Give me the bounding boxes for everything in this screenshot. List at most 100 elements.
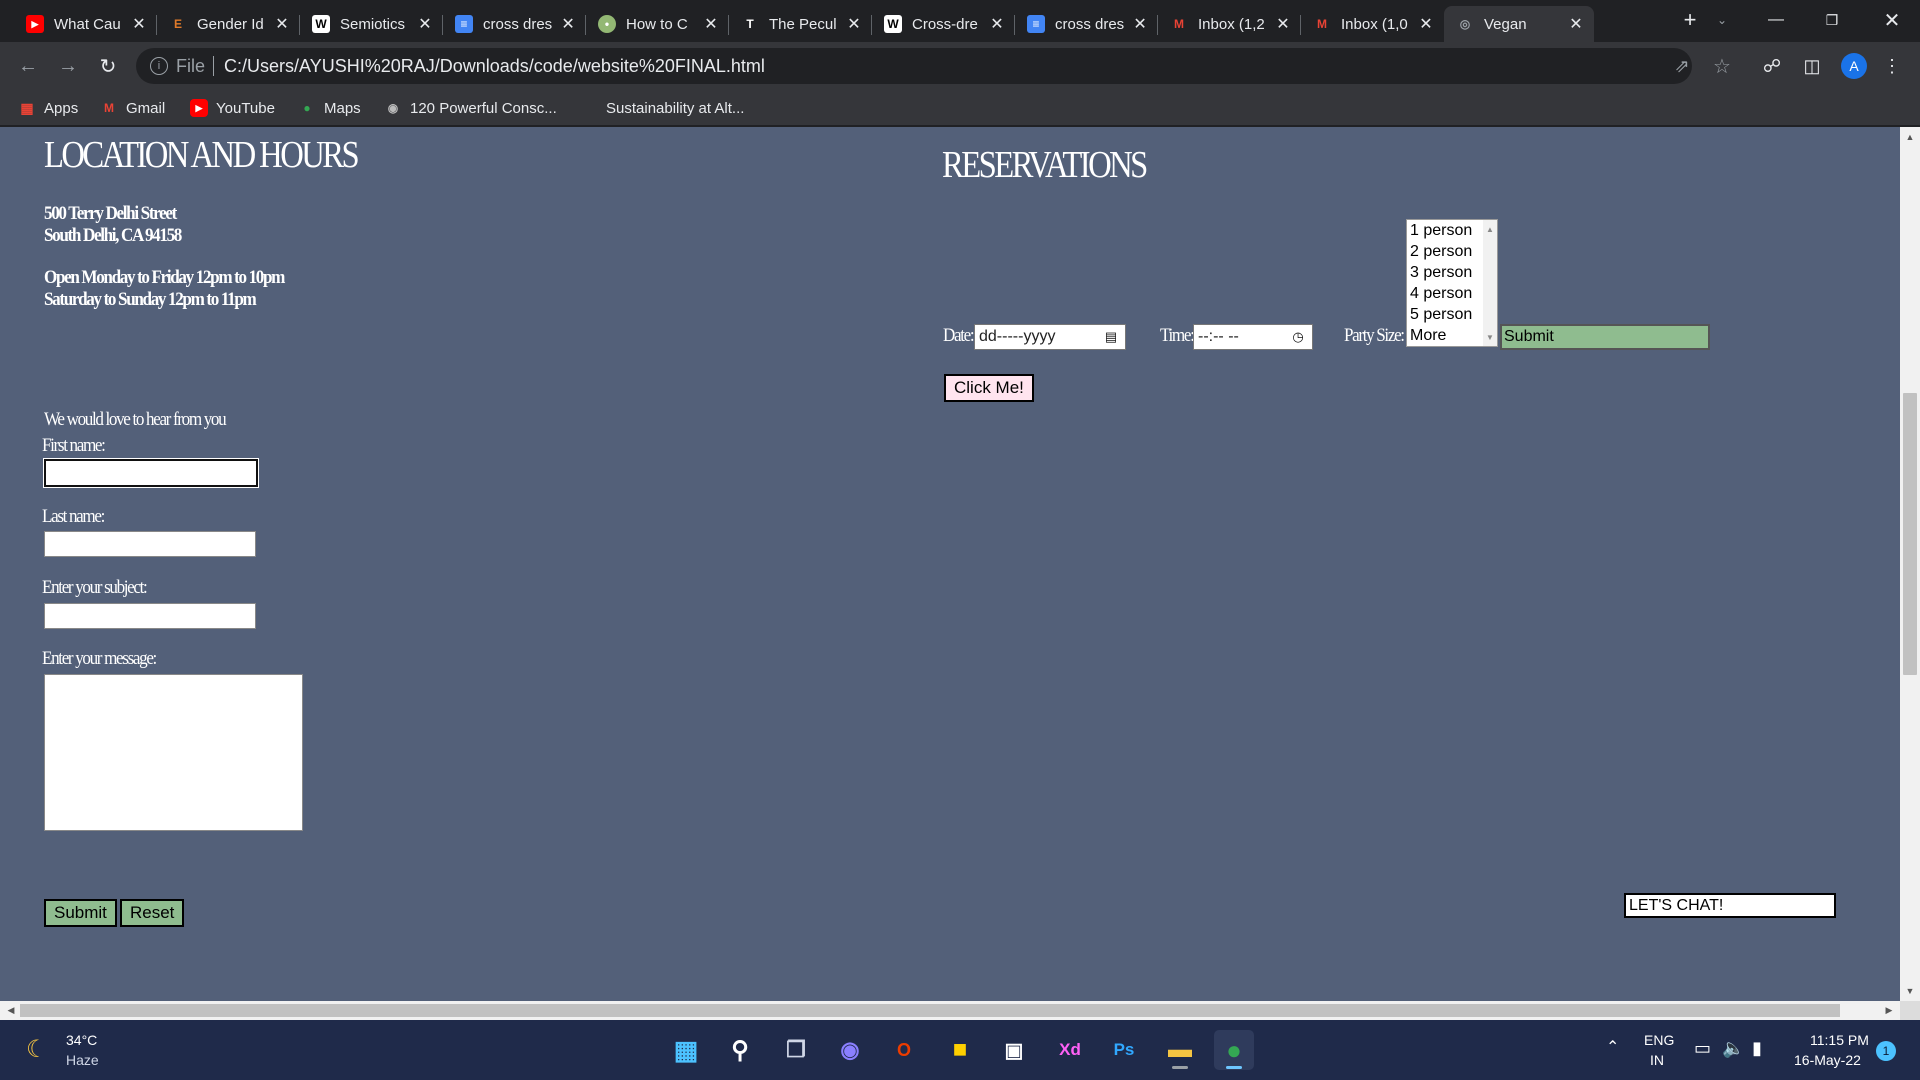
info-icon[interactable]: i	[150, 57, 168, 75]
gmail-icon: M	[1174, 17, 1184, 31]
language-line-2[interactable]: IN	[1650, 1052, 1664, 1068]
scroll-right-arrow-icon[interactable]: ▶	[1880, 1001, 1898, 1020]
show-hidden-icons-chevron-icon[interactable]: ⌃	[1606, 1037, 1619, 1057]
office-icon[interactable]: O	[884, 1030, 924, 1070]
side-panel-icon[interactable]: ◫	[1796, 50, 1828, 82]
click-me-button[interactable]: Click Me!	[944, 374, 1034, 402]
close-tab-icon[interactable]: ✕	[129, 14, 149, 34]
close-tab-icon[interactable]: ✕	[701, 14, 721, 34]
browser-tab[interactable]: M Inbox (1,2 ✕	[1158, 6, 1301, 42]
menu-kebab-icon[interactable]: ⋮	[1876, 50, 1908, 82]
horizontal-scrollbar[interactable]: ◀ ▶	[0, 1001, 1900, 1020]
capture-app-icon[interactable]: ▣	[994, 1030, 1034, 1070]
adobe-xd-icon[interactable]: Xd	[1050, 1030, 1090, 1070]
volume-icon[interactable]: 🔈	[1722, 1038, 1744, 1059]
network-icon[interactable]: ▭	[1694, 1038, 1711, 1059]
close-tab-icon[interactable]: ✕	[415, 14, 435, 34]
minimize-button[interactable]: —	[1750, 0, 1802, 40]
address-bar[interactable]: i File C:/Users/AYUSHI%20RAJ/Downloads/c…	[136, 48, 1692, 84]
scroll-up-arrow-icon[interactable]: ▲	[1900, 129, 1920, 145]
browser-tab[interactable]: M Inbox (1,0 ✕	[1301, 6, 1444, 42]
windows-start-icon[interactable]: ▦	[666, 1030, 706, 1070]
browser-tab[interactable]: ▶ What Cau ✕	[14, 6, 157, 42]
calendar-icon[interactable]: ▤	[1103, 329, 1119, 345]
clock-date[interactable]: 16-May-22	[1794, 1052, 1861, 1068]
bookmark-label: Apps	[44, 99, 79, 117]
notification-badge[interactable]: 1	[1876, 1041, 1896, 1061]
share-icon[interactable]: ⇗	[1666, 50, 1698, 82]
profile-avatar[interactable]: A	[1841, 53, 1867, 79]
task-view-icon[interactable]: ❐	[776, 1030, 816, 1070]
bookmark-label: Sustainability at Alt...	[606, 99, 745, 117]
subject-input[interactable]	[44, 603, 256, 629]
close-tab-icon[interactable]: ✕	[272, 14, 292, 34]
chrome-icon[interactable]: ●	[1214, 1030, 1254, 1070]
bookmark-sustainability[interactable]: Sustainability at Alt...	[580, 90, 744, 126]
scroll-up-arrow-icon[interactable]: ▲	[1483, 222, 1497, 236]
bookmark-youtube[interactable]: ▶ YouTube	[190, 90, 275, 126]
url-text[interactable]: C:/Users/AYUSHI%20RAJ/Downloads/code/web…	[224, 56, 765, 77]
date-input[interactable]: dd-----yyyy ▤	[974, 324, 1126, 350]
teams-chat-icon[interactable]: ◉	[830, 1030, 870, 1070]
maps-icon: ●	[303, 101, 311, 115]
tab-search-icon[interactable]: ⌄	[1696, 0, 1748, 40]
close-tab-icon[interactable]: ✕	[987, 14, 1007, 34]
vertical-scrollbar[interactable]: ▲ ▼	[1900, 127, 1920, 1001]
sticky-notes-icon[interactable]: ■	[940, 1030, 980, 1070]
message-textarea[interactable]	[44, 674, 303, 831]
scroll-down-arrow-icon[interactable]: ▼	[1900, 983, 1920, 999]
browser-tab[interactable]: ≡ cross dres ✕	[1015, 6, 1158, 42]
battery-icon[interactable]: ▮	[1752, 1038, 1762, 1059]
contact-submit-button[interactable]: Submit	[44, 899, 117, 927]
back-arrow-icon[interactable]: ←	[12, 50, 44, 82]
listbox-scrollbar[interactable]: ▲ ▼	[1483, 220, 1497, 346]
search-icon[interactable]: ⚲	[720, 1030, 760, 1070]
browser-tab[interactable]: W Semiotics ✕	[300, 6, 443, 42]
file-explorer-icon[interactable]: ▬	[1160, 1030, 1200, 1070]
restore-button[interactable]: ❐	[1806, 0, 1858, 40]
scroll-down-arrow-icon[interactable]: ▼	[1483, 330, 1497, 344]
extensions-puzzle-icon[interactable]: ☍	[1756, 50, 1788, 82]
tab-title: Inbox (1,2	[1198, 15, 1265, 33]
close-tab-icon[interactable]: ✕	[558, 14, 578, 34]
last-name-input[interactable]	[44, 531, 256, 557]
bookmark-120-powerful[interactable]: ◉ 120 Powerful Consc...	[384, 90, 557, 126]
scroll-left-arrow-icon[interactable]: ◀	[2, 1001, 20, 1020]
party-size-label: Party Size:	[1344, 325, 1405, 346]
browser-tab-bar: ▶ What Cau ✕ E Gender Id ✕ W Semiotics ✕ ≡ cross d…	[0, 0, 1920, 42]
language-line-1[interactable]: ENG	[1644, 1032, 1674, 1048]
reservation-submit-button[interactable]: Submit	[1500, 324, 1710, 350]
close-tab-icon[interactable]: ✕	[1416, 14, 1436, 34]
browser-tab[interactable]: W Cross-dre ✕	[872, 6, 1015, 42]
browser-tab[interactable]: • How to C ✕	[586, 6, 729, 42]
vertical-scroll-thumb[interactable]	[1903, 393, 1917, 675]
browser-tab[interactable]: ≡ cross dres ✕	[443, 6, 586, 42]
close-tab-icon[interactable]: ✕	[844, 14, 864, 34]
weather-desc[interactable]: Haze	[66, 1052, 99, 1068]
horizontal-scroll-thumb[interactable]	[20, 1004, 1840, 1017]
browser-tab[interactable]: ◎ Vegan ✕	[1444, 6, 1594, 42]
last-name-label: Last name:	[42, 506, 105, 527]
contact-reset-button[interactable]: Reset	[120, 899, 185, 927]
time-input[interactable]: --:-- -- ◷	[1193, 324, 1313, 350]
reload-icon[interactable]: ↻	[92, 50, 124, 82]
bookmark-apps[interactable]: ▦ Apps	[18, 90, 78, 126]
lets-chat-box[interactable]: LET'S CHAT!	[1624, 893, 1836, 918]
browser-tab[interactable]: T The Pecul ✕	[729, 6, 872, 42]
clock-time[interactable]: 11:15 PM	[1810, 1032, 1869, 1048]
close-tab-icon[interactable]: ✕	[1566, 14, 1586, 34]
photoshop-icon[interactable]: Ps	[1104, 1030, 1144, 1070]
moon-weather-icon[interactable]: ☾	[26, 1035, 54, 1063]
clock-icon[interactable]: ◷	[1290, 329, 1306, 345]
forward-arrow-icon[interactable]: →	[52, 50, 84, 82]
close-tab-icon[interactable]: ✕	[1273, 14, 1293, 34]
close-tab-icon[interactable]: ✕	[1130, 14, 1150, 34]
first-name-input[interactable]	[43, 458, 259, 488]
weather-temp[interactable]: 34°C	[66, 1032, 97, 1048]
browser-tab[interactable]: E Gender Id ✕	[157, 6, 300, 42]
party-size-listbox[interactable]: 1 person 2 person 3 person 4 person 5 person…	[1406, 219, 1498, 347]
bookmark-maps[interactable]: ● Maps	[298, 90, 360, 126]
bookmark-gmail[interactable]: M Gmail	[100, 90, 165, 126]
close-window-button[interactable]: ✕	[1866, 0, 1918, 40]
bookmark-star-icon[interactable]: ☆	[1706, 50, 1738, 82]
